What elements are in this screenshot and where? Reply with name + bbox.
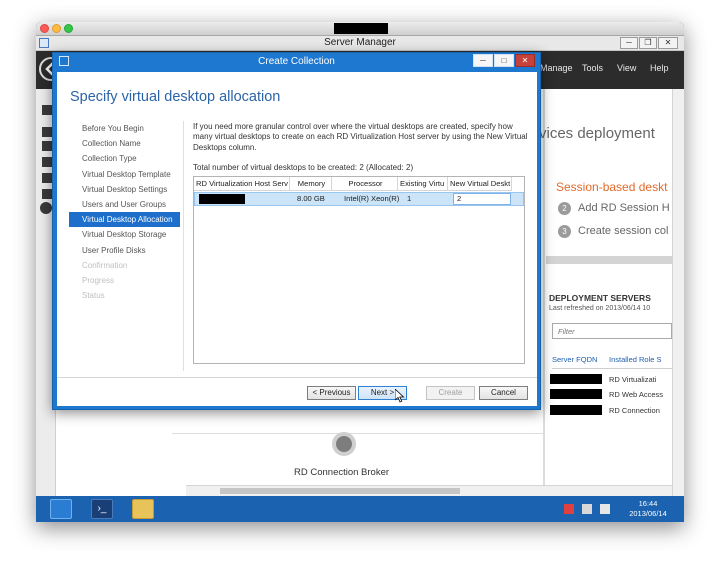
speaker-icon[interactable]: [600, 504, 610, 514]
last-refreshed: Last refreshed on 2013/06/14 10: [549, 305, 651, 312]
step-collection-type[interactable]: Collection Type: [69, 151, 180, 166]
redacted-host-name: [199, 194, 245, 204]
minimize-window-dot[interactable]: [52, 24, 61, 33]
cell-processor: Intel(R) Xeon(R) (: [344, 194, 400, 203]
session-based-title: Session-based deskt: [556, 180, 668, 194]
mouse-cursor-icon: [395, 389, 405, 403]
step-virtual-desktop-storage[interactable]: Virtual Desktop Storage: [69, 227, 180, 242]
network-icon[interactable]: [582, 504, 592, 514]
dialog-client: Specify virtual desktop allocation Befor…: [57, 72, 537, 406]
allocation-description: If you need more granular control over w…: [193, 122, 528, 152]
filter-input[interactable]: Filter: [552, 323, 672, 339]
col-memory[interactable]: Memory: [290, 177, 332, 191]
powershell-taskbar-icon[interactable]: ›_: [91, 499, 113, 519]
clock-time[interactable]: 16:44: [620, 499, 676, 508]
server-manager-title: Server Manager: [324, 37, 396, 48]
step-2-circle: 2: [558, 202, 571, 215]
cell-existing: 1: [407, 194, 412, 203]
menu-help[interactable]: Help: [650, 63, 669, 73]
sm-restore-button[interactable]: ❐: [639, 37, 657, 49]
deployment-servers-title: DEPLOYMENT SERVERS: [549, 293, 651, 303]
col-installed-role[interactable]: Installed Role S: [609, 355, 662, 364]
dialog-minimize-button[interactable]: ─: [473, 54, 493, 67]
redacted-server-3: [550, 405, 602, 415]
menu-view[interactable]: View: [617, 63, 636, 73]
sm-horizontal-scrollbar[interactable]: [186, 485, 672, 496]
step-3-label[interactable]: Create session col: [578, 225, 669, 237]
clock-date[interactable]: 2013/06/14: [620, 509, 676, 518]
dialog-heading: Specify virtual desktop allocation: [70, 89, 281, 105]
dialog-button-separator: [57, 377, 537, 378]
col-new-virtual-desktops[interactable]: New Virtual Deskt: [448, 177, 512, 191]
remote-desktop-icon[interactable]: [42, 189, 52, 199]
dialog-close-button[interactable]: ✕: [515, 54, 535, 67]
step-user-profile-disks[interactable]: User Profile Disks: [69, 243, 180, 258]
local-server-icon[interactable]: [42, 127, 52, 137]
new-virtual-desktops-input[interactable]: 2: [453, 193, 511, 205]
col-existing[interactable]: Existing Virtu: [398, 177, 448, 191]
step-collection-name[interactable]: Collection Name: [69, 136, 180, 151]
steps-divider: [183, 121, 184, 371]
role-2: RD Web Access: [609, 390, 664, 399]
sm-minimize-button[interactable]: ─: [620, 37, 638, 49]
step-confirmation: Confirmation: [82, 260, 128, 270]
canvas-divider: [172, 433, 544, 434]
redacted-server-1: [550, 374, 602, 384]
dialog-maximize-button[interactable]: □: [494, 54, 514, 67]
server-manager-taskbar-icon[interactable]: [50, 499, 72, 519]
connection-broker-label: RD Connection Broker: [294, 467, 390, 478]
sm-horizontal-thumb[interactable]: [220, 488, 460, 494]
col-host-server[interactable]: RD Virtualization Host Serv: [194, 177, 290, 191]
section-scrollbar[interactable]: [546, 256, 672, 264]
all-servers-icon[interactable]: [42, 141, 52, 151]
step-virtual-desktop-settings[interactable]: Virtual Desktop Settings: [69, 182, 180, 197]
step-users-and-groups[interactable]: Users and User Groups: [69, 197, 180, 212]
role-1: RD Virtualizati: [609, 375, 657, 384]
cancel-button[interactable]: Cancel: [479, 386, 528, 400]
workspace-heading: vices deployment: [539, 125, 655, 142]
wizard-steps: Before You Begin Collection Name Collect…: [69, 121, 180, 303]
iis-icon[interactable]: [42, 173, 52, 183]
redacted-window-title: [334, 23, 388, 34]
cell-memory: 8.00 GB: [297, 194, 325, 203]
role-3: RD Connection: [609, 406, 660, 415]
col-processor[interactable]: Processor: [332, 177, 398, 191]
connection-broker-icon[interactable]: [332, 432, 356, 456]
dashboard-icon[interactable]: [42, 105, 52, 115]
col-server-fqdn[interactable]: Server FQDN: [552, 355, 597, 364]
menu-manage[interactable]: Manage: [540, 63, 573, 73]
step-progress: Progress: [82, 275, 115, 285]
step-virtual-desktop-template[interactable]: Virtual Desktop Template: [69, 167, 180, 182]
table-row[interactable]: 8.00 GB Intel(R) Xeon(R) ( 1 2: [194, 192, 524, 206]
taskbar: ›_ 16:44 2013/06/14: [36, 496, 684, 522]
dialog-titlebar: Create Collection ─ □ ✕: [53, 53, 540, 71]
servers-header-line: [552, 368, 672, 369]
pane-divider: [543, 89, 545, 496]
create-collection-dialog: Create Collection ─ □ ✕ Specify virtual …: [52, 52, 541, 410]
total-desktops-label: Total number of virtual desktops to be c…: [193, 163, 414, 172]
file-explorer-taskbar-icon[interactable]: [132, 499, 154, 519]
zoom-window-dot[interactable]: [64, 24, 73, 33]
step-before-you-begin[interactable]: Before You Begin: [69, 121, 180, 136]
dialog-title: Create Collection: [258, 56, 335, 67]
sm-close-button[interactable]: ✕: [658, 37, 678, 49]
create-button: Create: [426, 386, 475, 400]
previous-button[interactable]: < Previous: [307, 386, 356, 400]
allocation-table: RD Virtualization Host Serv Memory Proce…: [193, 176, 525, 364]
step-3-circle: 3: [558, 225, 571, 238]
close-window-dot[interactable]: [40, 24, 49, 33]
mac-titlebar: [36, 22, 684, 36]
step-status: Status: [82, 291, 105, 301]
rds-selected-icon[interactable]: [40, 202, 52, 214]
step-virtual-desktop-allocation[interactable]: Virtual Desktop Allocation: [69, 212, 180, 228]
sm-vertical-scrollbar[interactable]: [672, 89, 684, 496]
server-manager-titlebar: Server Manager ─ ❐ ✕: [36, 36, 684, 51]
menu-tools[interactable]: Tools: [582, 63, 603, 73]
step-2-label[interactable]: Add RD Session H: [578, 202, 670, 214]
file-services-icon[interactable]: [42, 157, 52, 167]
redacted-server-2: [550, 389, 602, 399]
action-center-icon[interactable]: [564, 504, 574, 514]
